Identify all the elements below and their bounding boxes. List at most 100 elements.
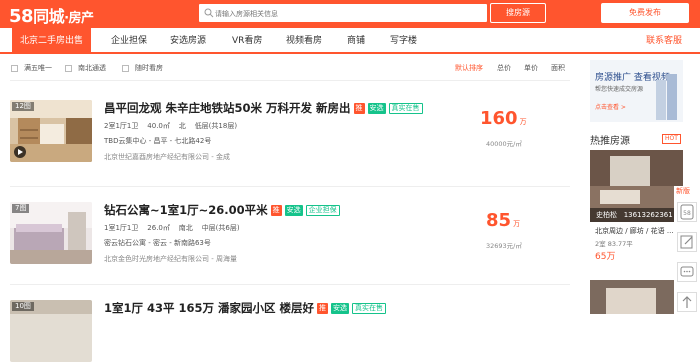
contact-service-link[interactable]: 联系客服	[646, 28, 682, 54]
anxuan-badge: 安选	[367, 103, 386, 114]
chat-button[interactable]	[677, 262, 697, 282]
checkbox-north-south[interactable]	[65, 65, 72, 72]
listing-title[interactable]: 昌平回龙观 朱辛庄地铁站50米 万科开发 新房出推安选 真实在售	[104, 100, 423, 116]
tab-shops[interactable]: 商铺	[347, 28, 365, 54]
promoted-badge: 推	[270, 205, 282, 216]
logo-text: 同城	[33, 7, 65, 26]
tab-beijing-resale[interactable]: 北京二手房出售	[12, 28, 92, 54]
tab-office[interactable]: 写字楼	[390, 28, 417, 54]
publish-button[interactable]: 免费发布	[601, 3, 689, 23]
promoted-badge: 推	[317, 303, 329, 314]
room-image	[590, 280, 683, 314]
anxuan-badge: 安选	[331, 303, 350, 314]
listing-agent: 北京世纪嘉酉房地产经纪有限公司 - 金成	[104, 153, 230, 161]
real-sale-badge: 真实在售	[352, 303, 387, 314]
sort-total-price[interactable]: 总价	[497, 63, 511, 73]
listing-item[interactable]: 10图 1室1厅 43平 165万 潘家园小区 楼层好推安选 真实在售	[10, 300, 572, 362]
hot-listing-photo-2[interactable]	[590, 280, 683, 314]
layout-text: 1室1厅1卫	[104, 224, 139, 232]
listing-divider	[10, 284, 570, 285]
filter-divider	[10, 80, 570, 81]
listing-title[interactable]: 钻石公寓~1室1厅~26.00平米推安选 企业担保	[104, 202, 340, 218]
new-version-label[interactable]: 新版	[676, 186, 690, 196]
listing-location[interactable]: 密云钻石公寓 - 密云 - 新南路63号	[104, 238, 211, 248]
listing-title-text: 昌平回龙观 朱辛庄地铁站50米 万科开发 新房出	[104, 101, 351, 115]
tab-anxuan[interactable]: 安选房源	[170, 28, 206, 54]
real-sale-badge: 真实在售	[388, 103, 423, 114]
hot-badge: HOT	[662, 134, 681, 144]
building-illustration	[656, 74, 677, 120]
site-logo[interactable]: 58同城·房产	[9, 3, 94, 27]
checkbox-anytime-view[interactable]	[122, 65, 129, 72]
total-price: 85 万	[486, 210, 520, 231]
tab-vr[interactable]: VR看房	[232, 28, 262, 54]
search-box	[198, 3, 488, 23]
hot-listings-title: 热推房源	[590, 136, 630, 147]
price-unit: 万	[513, 220, 521, 228]
chat-icon	[680, 266, 694, 277]
promoted-badge: 推	[353, 103, 365, 114]
ad-more-link[interactable]: 点击查看 >	[595, 102, 626, 111]
enterprise-guarantee-badge: 企业担保	[305, 205, 340, 216]
app-58-icon: 58	[680, 204, 694, 220]
listing-title-text: 钻石公寓~1室1厅~26.00平米	[104, 203, 268, 217]
photo-count: 7图	[12, 204, 30, 213]
total-price: 160 万	[480, 108, 527, 129]
listing-agent: 北京金色时光房地产经纪有限公司 - 周海量	[104, 255, 237, 263]
svg-text:58: 58	[683, 210, 691, 217]
photo-count: 12图	[12, 102, 34, 111]
filter-anytime-view-label: 随时看房	[135, 64, 163, 72]
orientation-text: 北	[178, 122, 186, 130]
arrow-up-icon	[682, 296, 692, 308]
tab-enterprise-guarantee[interactable]: 企业担保	[111, 28, 147, 54]
area-text: 40.0㎡	[147, 122, 170, 130]
listing-photo[interactable]: 12图	[10, 100, 92, 162]
checkbox-five-unique[interactable]	[11, 65, 18, 72]
hot-specs: 2室 83.77平	[595, 240, 633, 248]
listing-specs: 2室1厅1卫 40.0㎡ 北 低层(共18层)	[104, 121, 237, 131]
sort-area[interactable]: 面积	[551, 63, 565, 73]
floating-toolbar: 新版 58	[674, 186, 700, 314]
listing-item[interactable]: 7图 钻石公寓~1室1厅~26.00平米推安选 企业担保 1室1厅1卫 26.0㎡…	[10, 202, 572, 272]
listing-item[interactable]: 12图 昌平回龙观 朱辛庄地铁站50米 万科开发 新房出推安选 真实在售 2室1厅…	[10, 100, 572, 170]
sort-default[interactable]: 默认排序	[455, 63, 483, 73]
hot-price: 65万	[595, 252, 616, 262]
layout-text: 2室1厅1卫	[104, 122, 139, 130]
agent-name: 史柏松	[596, 211, 617, 219]
logo-sub: ·房产	[64, 11, 94, 26]
listing-title-text: 1室1厅 43平 165万 潘家园小区 楼层好	[104, 301, 315, 315]
orientation-text: 南北	[178, 224, 193, 232]
unit-price: 40000元/㎡	[486, 140, 522, 148]
top-bar: 58同城·房产 搜房源 免费发布	[0, 0, 700, 28]
hot-location[interactable]: 北京周边 / 廊坊 / 花语 ...	[595, 226, 674, 236]
listing-photo[interactable]: 10图	[10, 300, 92, 362]
filter-north-south-label: 南北通透	[78, 64, 106, 72]
area-text: 26.0㎡	[147, 224, 170, 232]
listing-divider	[10, 186, 570, 187]
edit-icon	[680, 235, 693, 249]
sort-unit-price[interactable]: 单价	[524, 63, 538, 73]
logo-number: 58	[9, 6, 34, 27]
price-value: 85	[486, 210, 512, 231]
back-to-top-button[interactable]	[677, 292, 697, 312]
search-button[interactable]: 搜房源	[490, 3, 546, 23]
agent-phone: 13613262361	[623, 211, 673, 219]
tab-video[interactable]: 视频看房	[286, 28, 322, 54]
price-value: 160	[480, 108, 518, 129]
anxuan-badge: 安选	[284, 205, 303, 216]
listing-location[interactable]: TBD云集中心 - 昌平 - 七北路42号	[104, 136, 211, 146]
search-input[interactable]	[215, 6, 475, 21]
feedback-button[interactable]	[677, 232, 697, 252]
filter-five-unique-label: 满五唯一	[24, 64, 52, 72]
photo-count: 10图	[12, 302, 34, 311]
floor-text: 低层(共18层)	[194, 122, 238, 130]
ad-subtitle: 帮您快速成交房源	[595, 86, 644, 93]
search-icon	[204, 8, 214, 18]
app-58-button[interactable]: 58	[677, 202, 697, 222]
unit-price: 32693元/㎡	[486, 242, 522, 250]
filter-bar: 满五唯一 南北通透 随时看房 默认排序 总价 单价 面积	[0, 58, 572, 78]
video-play-icon[interactable]	[14, 146, 26, 158]
floor-text: 中层(共6层)	[201, 224, 240, 232]
listing-photo[interactable]: 7图	[10, 202, 92, 264]
promotion-banner[interactable]: 房源推广 查看视频 帮您快速成交房源 点击查看 >	[590, 60, 683, 122]
